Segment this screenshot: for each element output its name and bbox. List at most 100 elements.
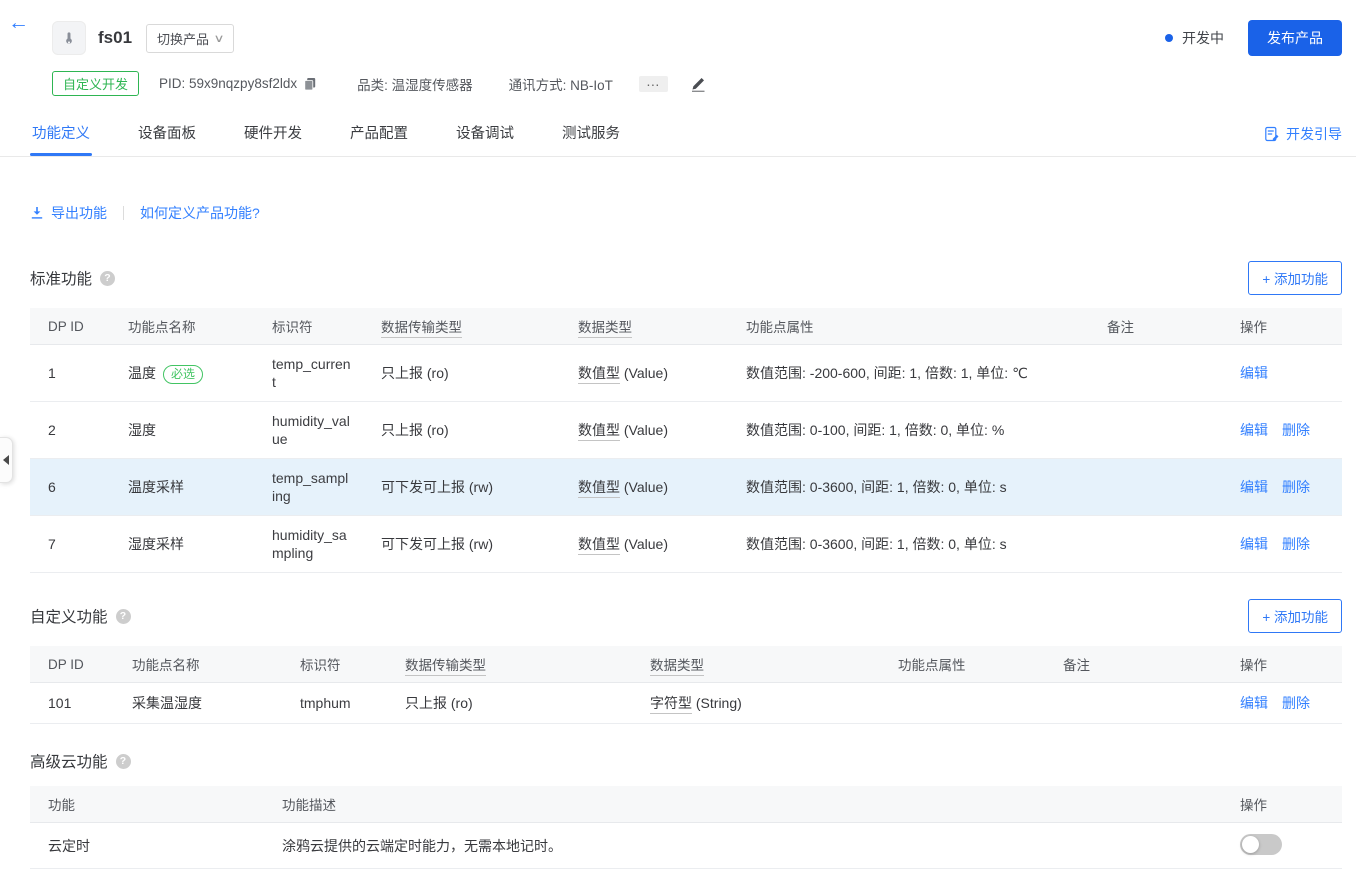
delete-link[interactable]: 删除 bbox=[1282, 422, 1310, 438]
status-dot bbox=[1165, 34, 1173, 42]
cell-toggle bbox=[1240, 823, 1342, 869]
cell-feature-desc: 设置网页url跳转功能，可跳转商城、官网等网页。添加跳转链接 bbox=[282, 869, 1240, 879]
cell-dp-id: 101 bbox=[30, 683, 132, 724]
tab-bar: 功能定义 设备面板 硬件开发 产品配置 设备调试 测试服务 开发引导 bbox=[0, 116, 1356, 157]
column-header-label: 标识符 bbox=[300, 658, 341, 673]
divider bbox=[123, 206, 124, 220]
edit-link[interactable]: 编辑 bbox=[1240, 422, 1268, 438]
function-name-text: 湿度采样 bbox=[128, 536, 184, 552]
cell-identifier: humidity_value bbox=[272, 402, 381, 459]
cloud-timer-toggle[interactable] bbox=[1240, 834, 1282, 855]
edit-link[interactable]: 编辑 bbox=[1240, 536, 1268, 552]
column-header-label: 功能点名称 bbox=[128, 320, 196, 335]
tab-product-configuration[interactable]: 产品配置 bbox=[348, 116, 410, 156]
export-functions-link[interactable]: 导出功能 bbox=[30, 203, 107, 223]
custom-section-title: 自定义功能 bbox=[30, 605, 108, 627]
feature-desc-text: 涂鸦云提供的云端定时能力，无需本地记时。 bbox=[282, 838, 562, 854]
category-label: 品类: 温湿度传感器 bbox=[357, 74, 473, 94]
help-icon[interactable]: ? bbox=[116, 609, 131, 624]
delete-link[interactable]: 删除 bbox=[1282, 479, 1310, 495]
function-name-text: 湿度 bbox=[128, 422, 156, 438]
tab-function-definition[interactable]: 功能定义 bbox=[30, 116, 92, 156]
edit-pencil-icon[interactable] bbox=[690, 76, 706, 92]
cell-data-type: 数值型 (Value) bbox=[578, 402, 746, 459]
cell-transfer-type: 可下发可上报 (rw) bbox=[381, 516, 578, 573]
tabs: 功能定义 设备面板 硬件开发 产品配置 设备调试 测试服务 bbox=[30, 116, 622, 156]
cell-identifier: temp_sampling bbox=[272, 459, 381, 516]
column-header-label: 功能点名称 bbox=[132, 658, 200, 673]
publish-product-button[interactable]: 发布产品 bbox=[1248, 20, 1342, 56]
column-header: 功能点属性 bbox=[746, 308, 1107, 345]
column-header: 操作 bbox=[1240, 308, 1342, 345]
edit-link[interactable]: 编辑 bbox=[1240, 365, 1268, 381]
column-header-label: 功能点属性 bbox=[746, 320, 814, 335]
cell-properties bbox=[898, 683, 1063, 724]
column-header-label: 数据类型 bbox=[578, 320, 632, 338]
delete-link[interactable]: 删除 bbox=[1282, 536, 1310, 552]
tab-test-service[interactable]: 测试服务 bbox=[560, 116, 622, 156]
table-row: 跳转网页设置网页url跳转功能，可跳转商城、官网等网页。添加跳转链接 bbox=[30, 869, 1342, 879]
how-to-define-link[interactable]: 如何定义产品功能? bbox=[140, 203, 260, 223]
standard-section-title: 标准功能 bbox=[30, 267, 92, 289]
delete-link[interactable]: 删除 bbox=[1282, 695, 1310, 711]
data-type-en: (Value) bbox=[620, 422, 668, 438]
cell-properties: 数值范围: 0-100, 间距: 1, 倍数: 0, 单位: % bbox=[746, 402, 1107, 459]
column-header: 操作 bbox=[1240, 786, 1342, 823]
back-icon[interactable]: ← bbox=[8, 12, 29, 33]
function-name-text: 采集温湿度 bbox=[132, 695, 202, 711]
column-header-label: 操作 bbox=[1240, 798, 1267, 813]
data-type-text: 数值型 bbox=[578, 365, 620, 384]
column-header: 功能描述 bbox=[282, 786, 1240, 823]
column-header: 数据传输类型 bbox=[405, 646, 650, 683]
help-icon[interactable]: ? bbox=[116, 754, 131, 769]
sidebar-collapse-handle[interactable] bbox=[0, 437, 13, 483]
cell-remark bbox=[1107, 402, 1240, 459]
cell-feature-name: 跳转网页 bbox=[30, 869, 282, 879]
cell-function-name: 采集温湿度 bbox=[132, 683, 300, 724]
add-custom-function-button[interactable]: + 添加功能 bbox=[1248, 599, 1342, 633]
switch-product-button[interactable]: 切换产品 ∨ bbox=[146, 24, 234, 53]
copy-icon[interactable] bbox=[303, 77, 317, 91]
cell-actions: 编辑删除 bbox=[1240, 516, 1342, 573]
tab-device-debugging[interactable]: 设备调试 bbox=[454, 116, 516, 156]
column-header: 备注 bbox=[1107, 308, 1240, 345]
column-header: 数据类型 bbox=[650, 646, 898, 683]
table-row: 云定时涂鸦云提供的云端定时能力，无需本地记时。 bbox=[30, 823, 1342, 869]
tab-device-panel[interactable]: 设备面板 bbox=[136, 116, 198, 156]
cell-function-name: 湿度 bbox=[128, 402, 272, 459]
advanced-cloud-table: 功能功能描述操作 云定时涂鸦云提供的云端定时能力，无需本地记时。跳转网页设置网页… bbox=[30, 786, 1342, 879]
cell-properties: 数值范围: -200-600, 间距: 1, 倍数: 1, 单位: ℃ bbox=[746, 345, 1107, 402]
product-meta-row: 自定义开发 PID: 59x9nqzpy8sf2ldx 品类: 温湿度传感器 通… bbox=[52, 71, 1342, 96]
custom-table-header-row: DP ID功能点名称标识符数据传输类型数据类型功能点属性备注操作 bbox=[30, 646, 1342, 683]
cell-feature-name: 云定时 bbox=[30, 823, 282, 869]
column-header-label: DP ID bbox=[48, 657, 84, 672]
add-standard-function-button[interactable]: + 添加功能 bbox=[1248, 261, 1342, 295]
data-type-en: (Value) bbox=[620, 536, 668, 552]
column-header-label: 备注 bbox=[1063, 658, 1090, 673]
cell-toggle bbox=[1240, 869, 1342, 879]
edit-link[interactable]: 编辑 bbox=[1240, 479, 1268, 495]
cell-properties: 数值范围: 0-3600, 间距: 1, 倍数: 0, 单位: s bbox=[746, 516, 1107, 573]
dev-guide-link[interactable]: 开发引导 bbox=[1264, 124, 1342, 156]
cell-remark bbox=[1107, 459, 1240, 516]
cell-function-name: 温度必选 bbox=[128, 345, 272, 402]
column-header-label: 数据传输类型 bbox=[381, 320, 462, 338]
help-icon[interactable]: ? bbox=[100, 271, 115, 286]
standard-section-header: 标准功能 ? + 添加功能 bbox=[30, 261, 1342, 295]
column-header: 标识符 bbox=[272, 308, 381, 345]
advanced-section-header: 高级云功能 ? bbox=[30, 750, 1342, 772]
tab-hardware-development[interactable]: 硬件开发 bbox=[242, 116, 304, 156]
column-header: 功能点名称 bbox=[132, 646, 300, 683]
cell-identifier: tmphum bbox=[300, 683, 405, 724]
column-header: DP ID bbox=[30, 308, 128, 345]
table-row: 2湿度humidity_value只上报 (ro)数值型 (Value)数值范围… bbox=[30, 402, 1342, 459]
function-toolbar: 导出功能 如何定义产品功能? bbox=[30, 203, 1342, 223]
column-header: 操作 bbox=[1240, 646, 1342, 683]
collapse-arrow-icon bbox=[3, 455, 9, 465]
pid-label: PID: 59x9nqzpy8sf2ldx bbox=[159, 76, 297, 91]
thermometer-icon bbox=[61, 30, 77, 46]
more-button[interactable]: … bbox=[639, 76, 668, 92]
edit-link[interactable]: 编辑 bbox=[1240, 695, 1268, 711]
data-type-text: 数值型 bbox=[578, 479, 620, 498]
custom-section-header: 自定义功能 ? + 添加功能 bbox=[30, 599, 1342, 633]
